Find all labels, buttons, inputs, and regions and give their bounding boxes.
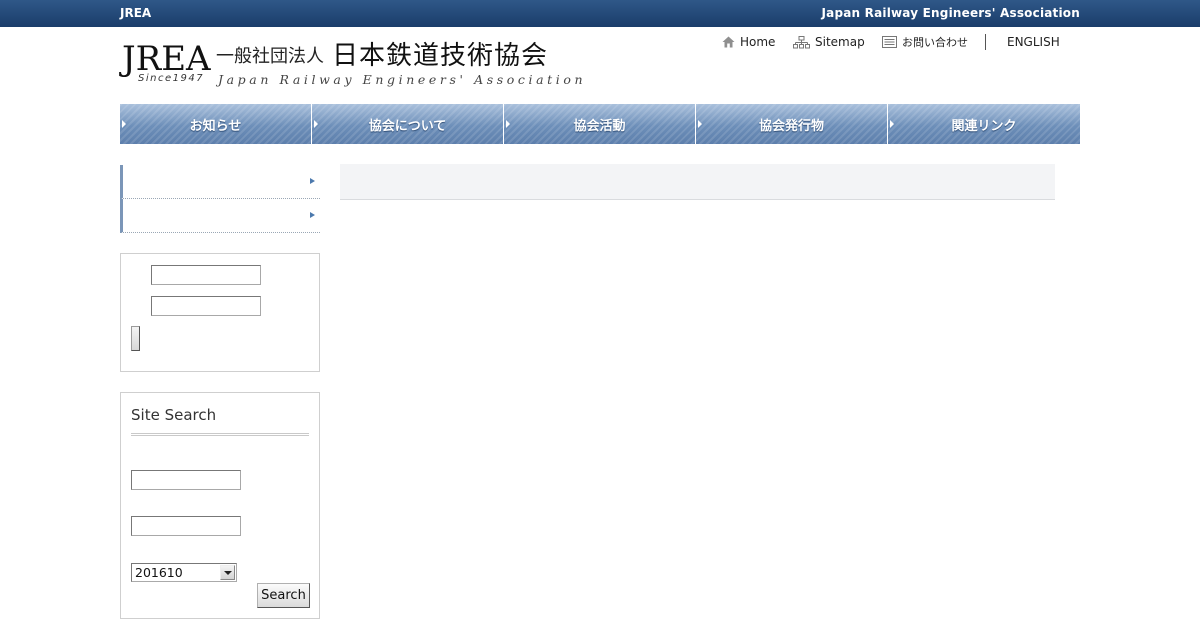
logo-name-en: Japan Railway Engineers' Association [218,72,587,87]
contact-link-label: お問い合わせ [902,36,968,49]
search-keyword-input[interactable] [131,470,241,490]
home-icon [722,36,735,48]
chevron-right-icon [310,178,315,184]
top-bar-abbrev: JREA [120,6,152,20]
nav-item-activities[interactable]: 協会活動 [504,104,696,144]
site-logo[interactable]: JREA Since1947 一般社団法人 日本鉄道技術協会 Japan Rai… [120,39,583,92]
login-box [120,253,320,372]
search-button[interactable]: Search [257,583,310,608]
document-list-icon [882,36,897,48]
username-input[interactable] [151,265,261,285]
nav-item-links[interactable]: 関連リンク [888,104,1080,144]
utility-separator [985,34,986,50]
chevron-right-icon [310,212,315,218]
logo-name-ja: 日本鉄道技術協会 [332,41,549,71]
nav-item-label: 協会について [368,118,447,134]
sitemap-icon [793,35,810,49]
search-secondary-input[interactable] [131,516,241,536]
nav-item-label: 協会発行物 [758,118,824,134]
site-search-box: Site Search 201610 Search [120,392,320,619]
home-link-label: Home [740,35,776,49]
home-link[interactable]: Home [722,34,775,50]
nav-item-news[interactable]: お知らせ [120,104,312,144]
global-nav: お知らせ 協会について 協会活動 協会発行物 関連リンク [120,104,1080,144]
nav-item-label: お知らせ [189,118,242,134]
site-search-title: Site Search [131,406,217,424]
nav-item-about[interactable]: 協会について [312,104,504,144]
login-button[interactable] [131,326,140,351]
nav-arrow-icon [122,120,126,128]
logo-mark: JREA [122,39,211,79]
side-menu-item[interactable] [120,199,320,233]
nav-item-label: 関連リンク [951,118,1017,134]
password-input[interactable] [151,296,261,316]
english-link[interactable]: ENGLISH [1007,34,1060,50]
sitemap-link[interactable]: Sitemap [793,34,865,50]
nav-arrow-icon [698,120,702,128]
sitemap-link-label: Sitemap [815,35,865,49]
main-content-header [340,164,1055,200]
nav-arrow-icon [890,120,894,128]
logo-prefix: 一般社団法人 [216,46,324,67]
nav-arrow-icon [506,120,510,128]
nav-arrow-icon [314,120,318,128]
year-month-select[interactable]: 201610 [131,563,237,582]
nav-item-publications[interactable]: 協会発行物 [696,104,888,144]
chevron-down-icon[interactable] [220,565,235,580]
site-search-divider [131,433,309,436]
nav-item-label: 協会活動 [573,118,626,134]
top-bar-org-name: Japan Railway Engineers' Association [821,6,1080,20]
side-menu-item[interactable] [120,165,320,199]
contact-link[interactable]: お問い合わせ [882,34,968,50]
logo-since: Since1947 [138,73,205,84]
top-bar: JREA Japan Railway Engineers' Associatio… [0,0,1200,27]
year-month-value: 201610 [135,565,183,580]
